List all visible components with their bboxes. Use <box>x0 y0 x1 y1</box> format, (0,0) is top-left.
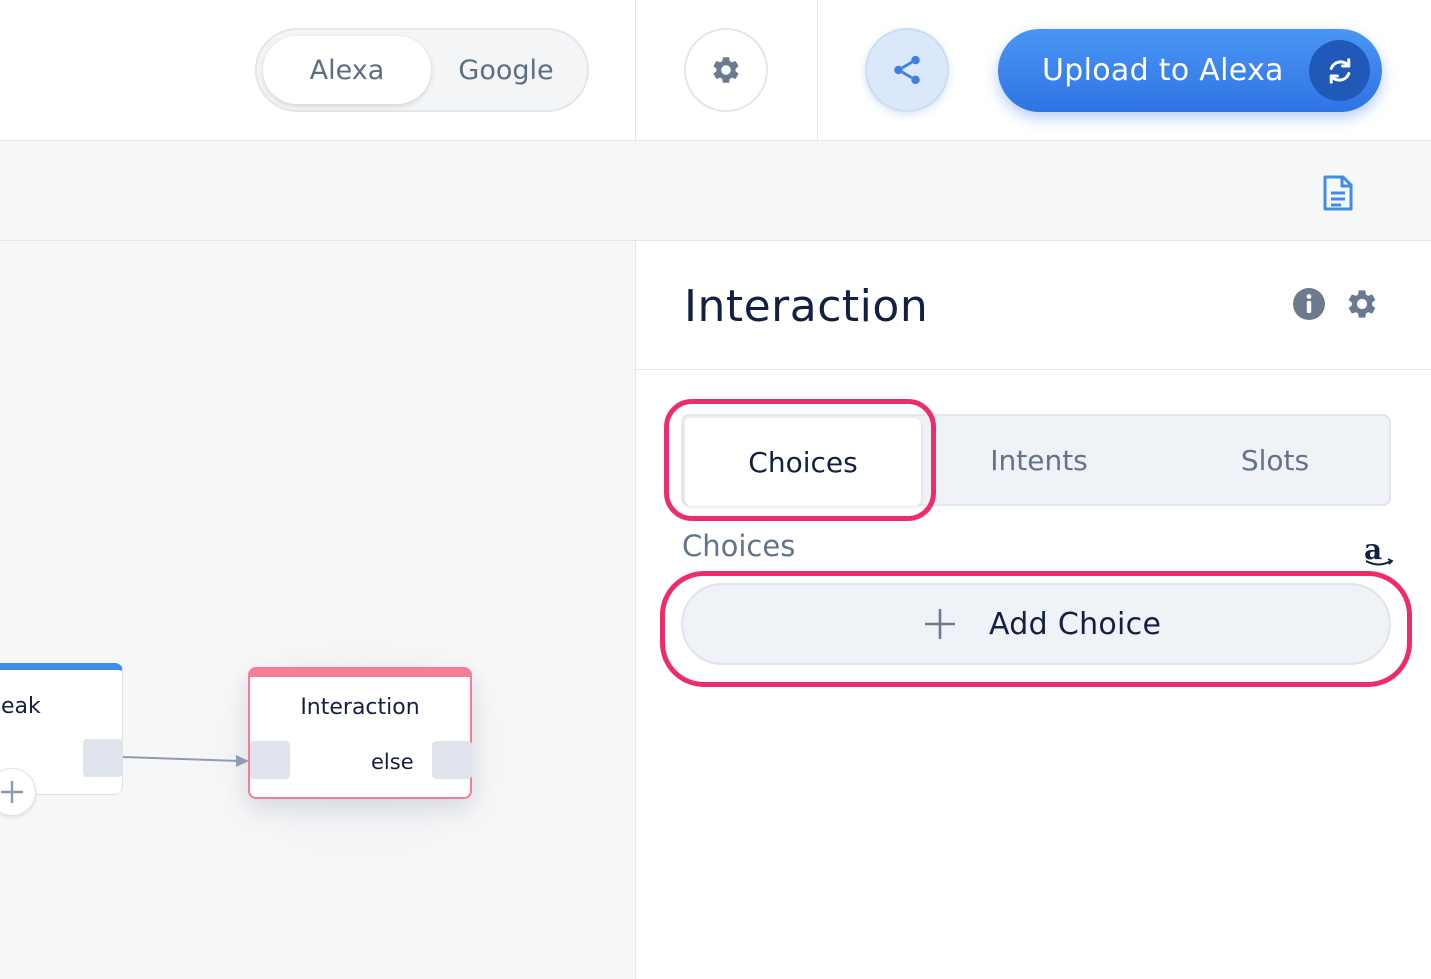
interaction-node-input-port[interactable] <box>250 741 290 779</box>
info-icon[interactable] <box>1292 287 1326 321</box>
share-icon <box>894 55 920 85</box>
upload-label: Upload to Alexa <box>1042 53 1284 88</box>
panel-header: Interaction <box>636 241 1431 370</box>
gear-icon <box>713 57 739 83</box>
gear-icon[interactable] <box>1345 287 1379 321</box>
top-bar: Alexa Google Upload to Alexa <box>0 0 1431 141</box>
amazon-smile <box>1365 558 1394 566</box>
interaction-node-title: Interaction <box>300 695 420 720</box>
plus-icon <box>1 781 23 803</box>
tab-intents[interactable]: Intents <box>921 416 1157 504</box>
interaction-node[interactable]: Interaction else <box>248 667 472 799</box>
panel-title: Interaction <box>684 281 929 332</box>
else-output-port[interactable] <box>432 741 472 779</box>
choices-section-label: Choices <box>682 529 796 563</box>
upload-to-alexa-button[interactable]: Upload to Alexa <box>998 29 1382 112</box>
else-label: else <box>371 750 414 774</box>
share-button[interactable] <box>865 28 949 112</box>
platform-option-alexa[interactable]: Alexa <box>263 36 431 104</box>
speak-node-output-port[interactable] <box>83 739 123 777</box>
amazon-icon: a <box>1364 533 1394 567</box>
toolbar-divider <box>817 0 818 141</box>
plus-icon <box>925 609 955 639</box>
speak-node-title: eak <box>1 694 41 719</box>
refresh-icon <box>1309 40 1370 101</box>
tab-slots[interactable]: Slots <box>1157 416 1393 504</box>
toolbar-divider <box>635 0 636 141</box>
add-choice-button[interactable]: Add Choice <box>681 583 1391 665</box>
panel-tabs: Choices Intents Slots <box>681 414 1391 506</box>
document-icon[interactable] <box>1322 175 1354 211</box>
secondary-bar <box>0 141 1431 241</box>
editor-panel: Interaction Choices Intents Slots Choice… <box>635 241 1431 979</box>
platform-toggle: Alexa Google <box>255 28 589 112</box>
platform-option-google[interactable]: Google <box>431 36 581 104</box>
tab-choices[interactable]: Choices <box>685 418 921 506</box>
add-choice-label: Add Choice <box>989 607 1162 642</box>
settings-button[interactable] <box>684 28 768 112</box>
